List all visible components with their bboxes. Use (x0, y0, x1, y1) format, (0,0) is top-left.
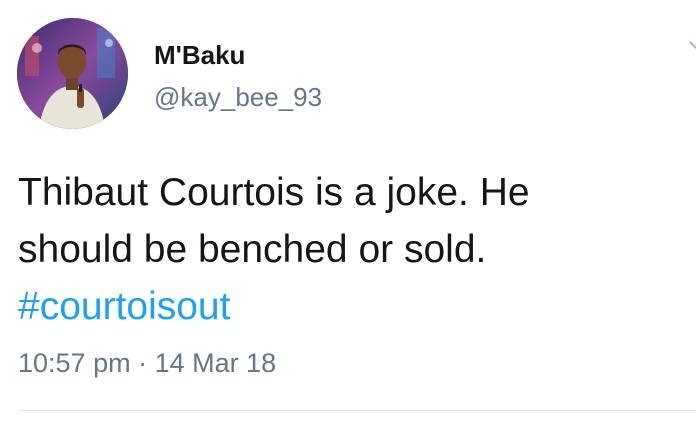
meta-separator: · (138, 348, 148, 378)
tweet-card: M'Baku @kay_bee_93 Thibaut Courtois is a… (0, 0, 696, 441)
chevron-down-icon[interactable] (688, 38, 696, 52)
avatar[interactable] (17, 18, 128, 129)
user-handle[interactable]: @kay_bee_93 (154, 82, 322, 113)
tweet-date: 14 Mar 18 (154, 348, 277, 378)
tweet-text-line: should be benched or sold. (18, 228, 487, 271)
display-name[interactable]: M'Baku (154, 40, 245, 71)
tweet-text-line: Thibaut Courtois is a joke. He (18, 171, 530, 214)
hashtag-link[interactable]: #courtoisout (18, 285, 230, 328)
divider (18, 410, 696, 411)
tweet-time: 10:57 pm (18, 348, 131, 378)
tweet-timestamp[interactable]: 10:57 pm · 14 Mar 18 (18, 348, 276, 379)
tweet-text: Thibaut Courtois is a joke. He should be… (18, 164, 678, 335)
